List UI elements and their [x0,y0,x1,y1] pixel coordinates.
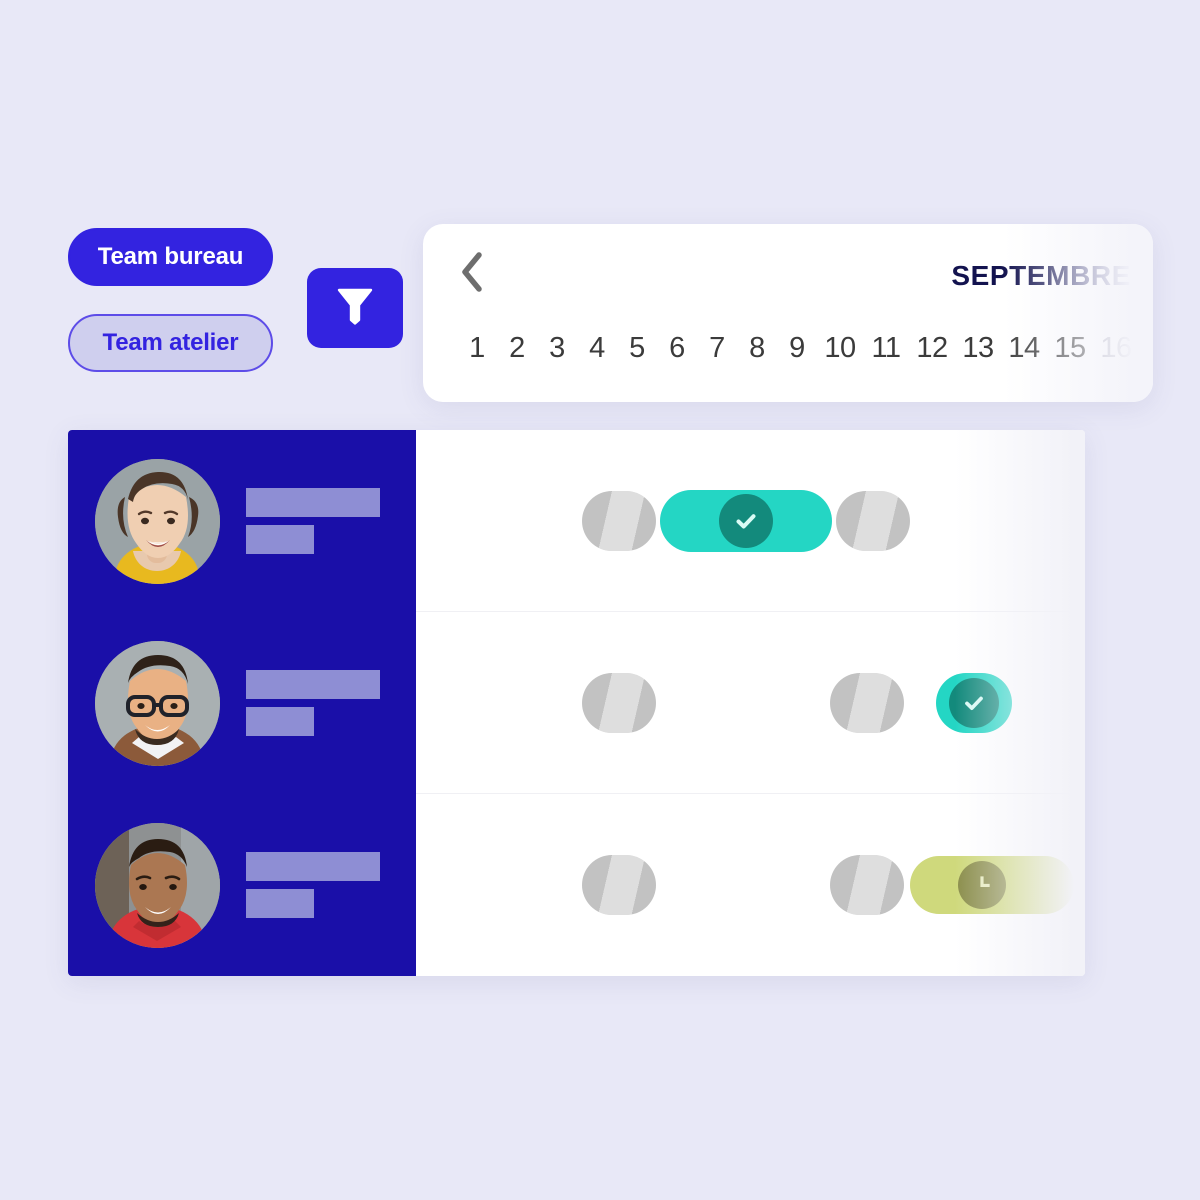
role-bar [246,525,314,554]
team-pill-atelier-label: Team atelier [102,329,239,356]
slot-empty[interactable] [582,672,656,733]
team-pill-bureau-label: Team bureau [97,243,244,270]
clock-icon [958,861,1006,909]
name-bar [246,670,380,699]
calendar-day-14[interactable]: 14 [1001,332,1047,365]
slot-pending[interactable] [910,856,1074,914]
schedule-row [416,612,1085,794]
filter-funnel-icon [335,284,375,333]
calendar-day-9[interactable]: 9 [777,332,817,365]
filter-button[interactable] [307,268,403,348]
chevron-left-icon [457,250,487,299]
slot-empty[interactable] [582,490,656,551]
role-bar [246,707,314,736]
calendar-day-8[interactable]: 8 [737,332,777,365]
calendar-day-6[interactable]: 6 [657,332,697,365]
team-filter-pills: Team bureau Team atelier [68,228,273,372]
calendar-day-7[interactable]: 7 [697,332,737,365]
team-pill-bureau[interactable]: Team bureau [68,228,273,286]
team-pill-atelier[interactable]: Team atelier [68,314,273,372]
app-root: Team bureau Team atelier SEPTEMBRE 1 2 3… [0,0,1200,1200]
slot-empty[interactable] [582,855,656,915]
schedule-row [416,794,1085,976]
schedule-grid [416,430,1085,976]
calendar-day-4[interactable]: 4 [577,332,617,365]
planning-board [68,430,1085,976]
role-bar [246,889,314,918]
calendar-days-row: 1 2 3 4 5 6 7 8 9 10 11 12 13 14 15 16 1… [457,332,1153,365]
calendar-month-label: SEPTEMBRE [951,260,1131,291]
calendar-strip-card: SEPTEMBRE 1 2 3 4 5 6 7 8 9 10 11 12 13 … [423,224,1153,402]
person-row[interactable] [68,430,416,612]
top-control-bar: Team bureau Team atelier SEPTEMBRE 1 2 3… [68,224,1153,408]
calendar-day-15[interactable]: 15 [1047,332,1093,365]
calendar-day-5[interactable]: 5 [617,332,657,365]
person-name-placeholder [246,852,380,918]
calendar-header: SEPTEMBRE [423,224,1153,324]
slot-done[interactable] [936,672,1012,733]
avatar-man-glasses [95,640,220,766]
calendar-day-12[interactable]: 12 [909,332,955,365]
person-name-placeholder [246,670,380,736]
avatar-man-red-shirt [95,822,220,948]
check-icon [949,677,999,728]
slot-empty[interactable] [836,490,910,551]
calendar-day-10[interactable]: 10 [817,332,863,365]
avatar-woman-yellow-top [95,458,220,584]
person-name-placeholder [246,488,380,554]
person-row[interactable] [68,794,416,976]
calendar-day-3[interactable]: 3 [537,332,577,365]
slot-empty[interactable] [830,855,904,915]
name-bar [246,488,380,517]
calendar-day-1[interactable]: 1 [457,332,497,365]
name-bar [246,852,380,881]
people-column [68,430,416,976]
person-row[interactable] [68,612,416,794]
calendar-day-2[interactable]: 2 [497,332,537,365]
calendar-prev-button[interactable] [457,250,491,299]
check-icon [719,493,773,548]
slot-done[interactable] [660,489,832,552]
schedule-row [416,430,1085,612]
slot-empty[interactable] [830,672,904,733]
calendar-day-13[interactable]: 13 [955,332,1001,365]
calendar-day-11[interactable]: 11 [863,332,909,365]
calendar-day-16[interactable]: 16 [1093,332,1139,365]
calendar-day-17[interactable]: 17 [1139,332,1153,365]
